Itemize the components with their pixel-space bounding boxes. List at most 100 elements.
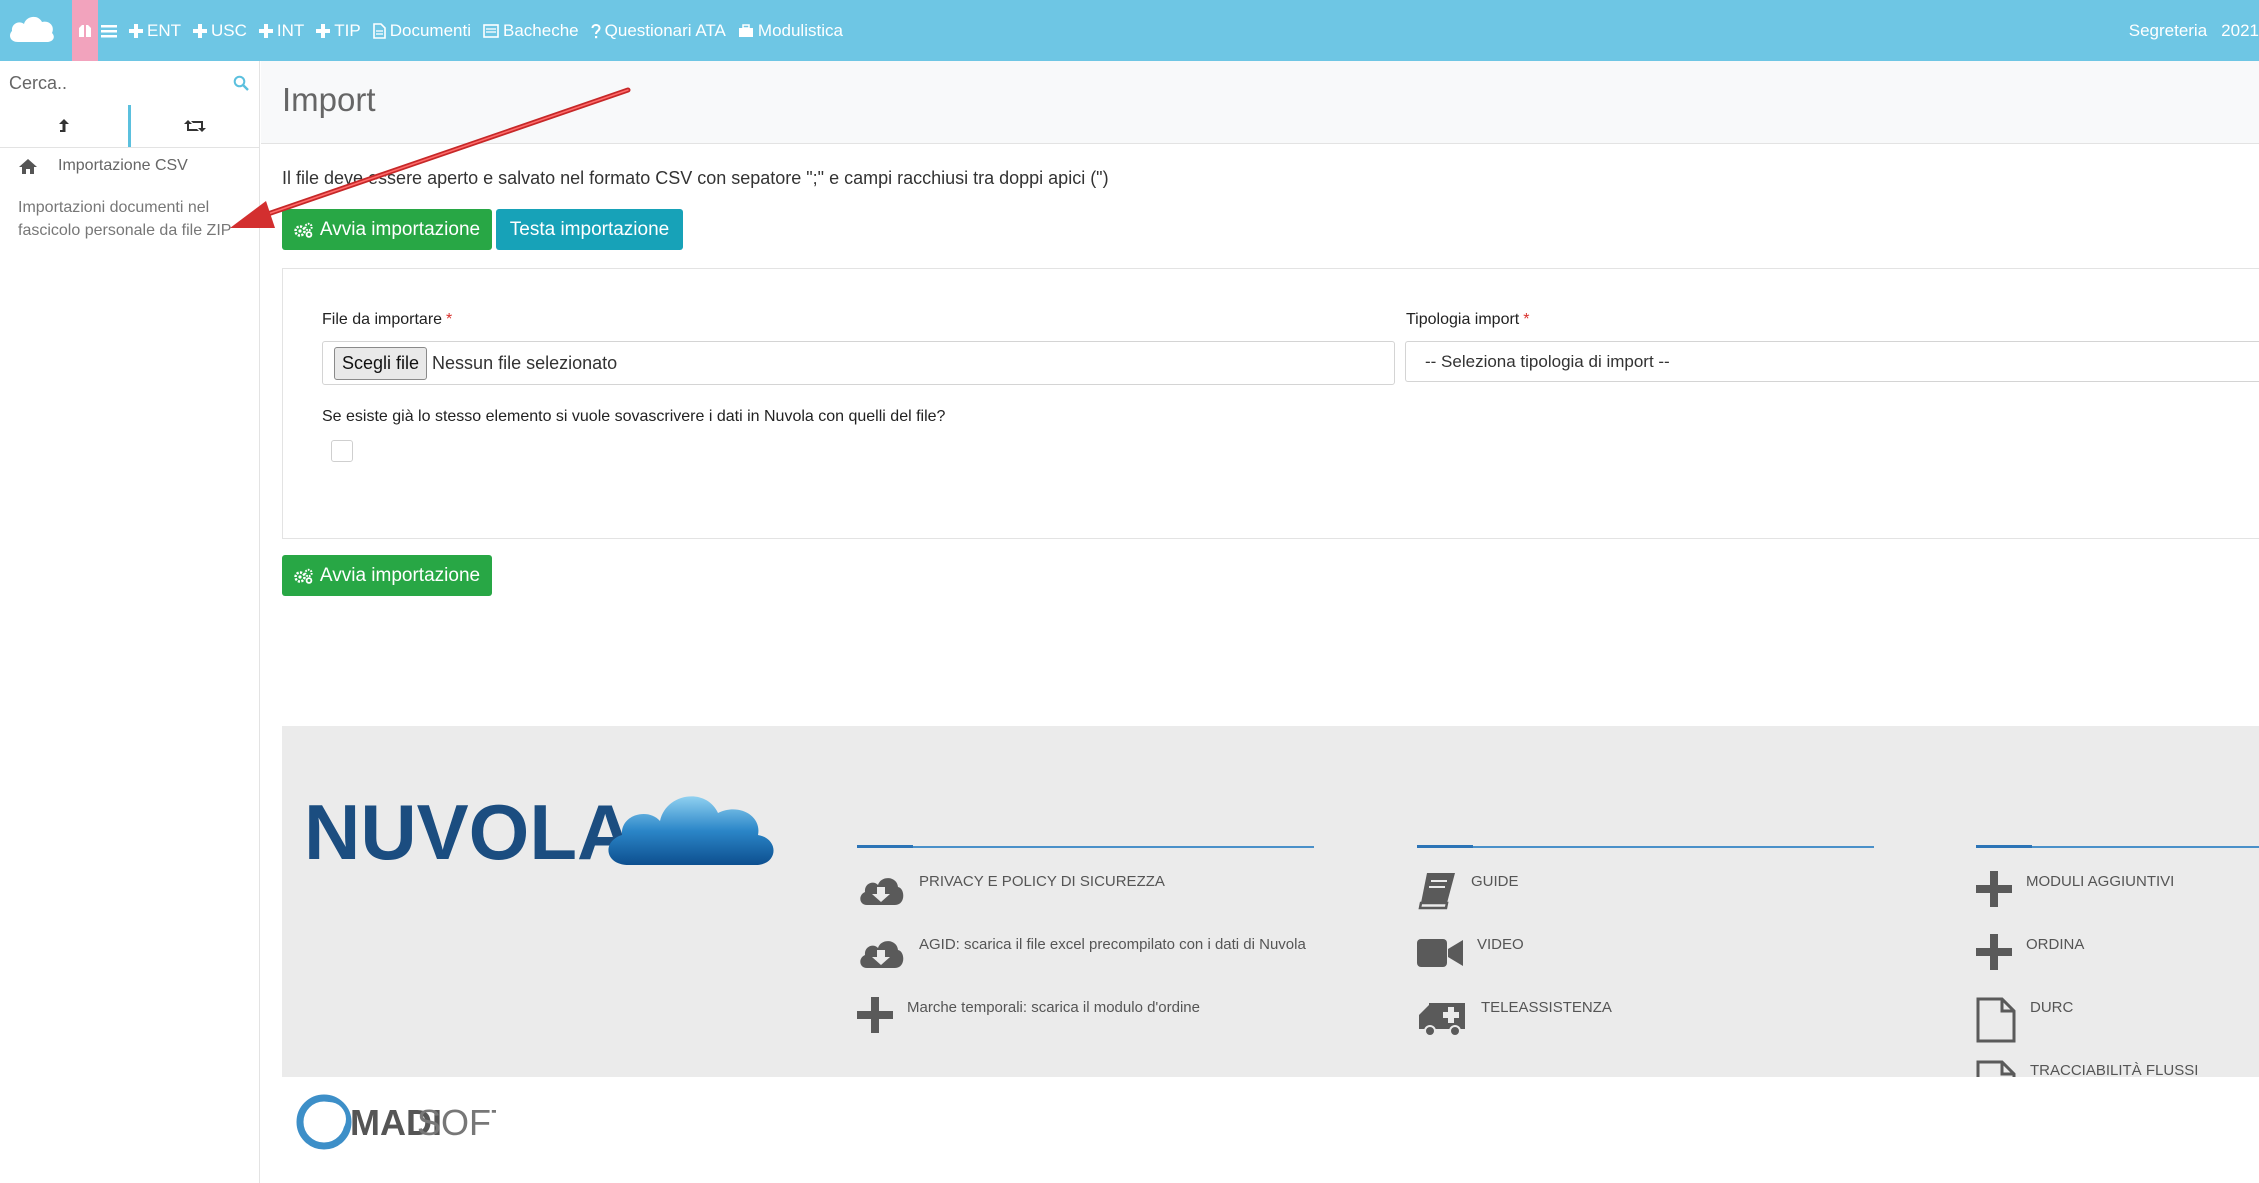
start-import-bottom-button[interactable]: Avvia importazione [282,555,492,596]
main-menu: ENT USC INT TIP Documenti Bacheche Quest… [101,0,843,61]
file-input: Scegli file Nessun file selezionato [322,341,1395,385]
nav-int-label: INT [276,20,305,40]
home-button[interactable] [72,0,98,61]
top-navbar: ENT USC INT TIP Documenti Bacheche Quest… [0,0,2259,61]
footer-link-label: MODULI AGGIUNTIVI [2026,873,2175,890]
nav-tip[interactable]: TIP [316,20,361,41]
arrow-up-icon [59,119,69,132]
gears-icon [294,568,313,584]
retweet-icon [184,120,206,132]
footer-link-teleassistenza[interactable]: TELEASSISTENZA [1417,997,1612,1037]
sidebar: Importazione CSV Importazioni documenti … [0,61,260,1183]
page-title: Import [282,81,376,118]
nav-usc-label: USC [211,20,247,40]
test-import-label: Testa importazione [509,218,670,240]
footer-link-video[interactable]: VIDEO [1417,934,1524,970]
cloud-logo-icon[interactable] [6,8,56,50]
footer: NUVOLA PRIVACY E POLICY DI SICUREZZA AGI… [282,726,2259,1106]
footer-link-label: GUIDE [1471,873,1519,890]
plus-icon [1976,871,2012,907]
page: ENT USC INT TIP Documenti Bacheche Quest… [0,0,2259,1183]
sidebar-search [0,61,259,105]
home-icon [19,158,37,174]
import-instructions: Il file deve essere aperto e salvato nel… [282,168,1109,188]
no-file-text: Nessun file selezionato [432,352,618,373]
nav-bacheche[interactable]: Bacheche [483,21,579,41]
choose-file-button[interactable]: Scegli file [334,346,428,380]
footer-link-label: AGID: scarica il file excel precompilato… [919,936,1306,953]
test-import-button[interactable]: Testa importazione [496,209,683,250]
footer-link-guide[interactable]: GUIDE [1417,871,1519,911]
overwrite-question: Se esiste già lo stesso elemento si vuol… [322,408,946,425]
footer-link-label: TELEASSISTENZA [1481,999,1612,1016]
tab-upload[interactable] [0,105,131,147]
year-label[interactable]: 2021 [2221,21,2259,41]
sidebar-item-label: Importazione CSV [58,157,188,174]
document-icon [372,22,386,39]
nav-questionari-label: Questionari ATA [604,20,726,40]
book-icon [1418,873,1455,910]
import-type-selected: -- Seleziona tipologia di import -- [1425,351,1670,371]
required-mark: * [446,311,453,328]
nav-int[interactable]: INT [258,20,305,41]
overwrite-checkbox[interactable] [331,440,353,462]
gears-icon [294,222,313,238]
file-label-text: File da importare [322,311,443,328]
import-form-panel [282,268,2259,539]
ambulance-icon [1419,1003,1465,1037]
required-mark: * [1523,311,1530,328]
start-import-button[interactable]: Avvia importazione [282,209,492,250]
question-icon [591,23,601,38]
footer-link-privacy[interactable]: PRIVACY E POLICY DI SICUREZZA [857,871,1165,909]
search-input[interactable] [0,61,259,105]
nav-modulistica-label: Modulistica [757,20,843,40]
file-label: File da importare * [322,311,452,329]
page-header: Import [261,61,2259,144]
role-label[interactable]: Segreteria [2129,21,2207,41]
footer-link-moduli-aggiuntivi[interactable]: MODULI AGGIUNTIVI [1976,871,2174,907]
binoculars-icon [79,24,91,37]
main-content: Import Il file deve essere aperto e salv… [261,61,2259,1183]
madisoft-logo: MADI SOFT [296,1094,496,1150]
footer-link-ordina[interactable]: ORDINA [1976,934,2084,970]
footer-link-agid[interactable]: AGID: scarica il file excel precompilato… [857,934,1306,972]
footer-col3-divider [1976,845,2259,848]
footer-link-label: DURC [2030,999,2074,1016]
nav-usc[interactable]: USC [193,21,247,41]
nuvola-logo: NUVOLA [304,788,774,871]
cloud-download-icon [860,878,904,905]
search-icon[interactable] [233,75,249,91]
import-type-select[interactable]: -- Seleziona tipologia di import -- [1405,341,2259,382]
footer-link-durc[interactable]: DURC [1976,997,2073,1043]
sidebar-tabs [0,105,259,148]
madisoft-soft: SOFT [417,1102,496,1143]
plus-icon [129,23,143,38]
footer-col1-divider [857,845,1314,848]
hamburger-menu-icon[interactable] [101,24,117,38]
plus-icon [258,23,273,38]
plus-icon [1976,934,2012,970]
footer-col2-divider [1417,845,1874,848]
nav-documenti[interactable]: Documenti [372,20,472,41]
type-label: Tipologia import * [1406,311,1529,329]
start-import-bottom-label: Avvia importazione [319,564,481,586]
tab-retweet[interactable] [131,105,259,147]
nav-ent-label: ENT [147,20,181,40]
footer-link-label: Marche temporali: scarica il modulo d'or… [907,999,1200,1016]
briefcase-icon [738,23,753,37]
nav-tip-label: TIP [334,20,361,40]
plus-icon [857,997,893,1033]
footer-link-label: ORDINA [2026,936,2085,953]
footer-link-label: VIDEO [1477,936,1524,953]
cloud-download-icon [860,941,904,968]
sidebar-item-importazioni-zip[interactable]: Importazioni documenti nel fascicolo per… [18,196,243,242]
brand-text: NUVOLA [304,788,633,871]
nav-ent[interactable]: ENT [129,21,181,41]
nav-modulistica[interactable]: Modulistica [738,21,843,41]
plus-icon [193,23,207,38]
nav-questionari-ata[interactable]: Questionari ATA [591,21,726,41]
file-icon [1976,997,2016,1043]
nav-documenti-label: Documenti [389,20,472,40]
footer-link-marche-temporali[interactable]: Marche temporali: scarica il modulo d'or… [857,997,1200,1033]
sidebar-item-importazione-csv[interactable]: Importazione CSV [18,157,188,175]
